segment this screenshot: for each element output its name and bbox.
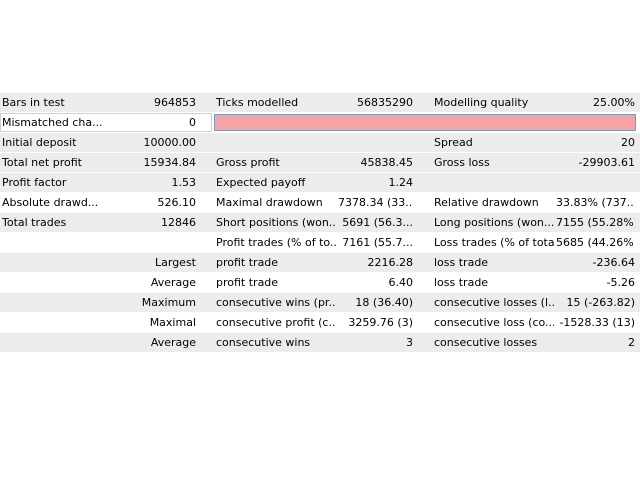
label-empty	[216, 133, 336, 152]
label-short-positions: Short positions (won...	[216, 216, 336, 229]
value-average-consecutive-losses: 2	[628, 336, 635, 349]
value-maximal-consecutive-loss: -1528.33 (13)	[559, 316, 635, 329]
value-max-consecutive-wins: 18 (36.40)	[355, 296, 413, 309]
label-ticks-modelled: Ticks modelled	[216, 96, 299, 109]
label-bars-in-test: Bars in test	[2, 96, 65, 109]
value-average-consecutive-wins: 3	[406, 336, 413, 349]
label-gross-profit: Gross profit	[216, 156, 280, 169]
label-maximum: Maximum	[141, 296, 196, 309]
report-row-deposit: Initial deposit 10000.00 Spread 20	[0, 133, 640, 153]
value-modelling-quality: 25.00%	[593, 96, 635, 109]
report-row-profit: Total net profit 15934.84 Gross profit 4…	[0, 153, 640, 173]
value-empty	[556, 173, 635, 192]
report-row-drawdown: Absolute drawd... 526.10 Maximal drawdow…	[0, 193, 640, 213]
report-row-largest: Largest profit trade 2216.28 loss trade …	[0, 253, 640, 273]
label-largest-loss-trade: loss trade	[434, 256, 489, 269]
label-largest-profit-trade: profit trade	[216, 256, 279, 269]
value-gross-loss: -29903.61	[578, 156, 635, 169]
label-modelling-quality: Modelling quality	[434, 96, 529, 109]
label-average-consecutive-wins: consecutive wins	[216, 336, 311, 349]
value-empty	[338, 133, 413, 152]
report-row-bars: Bars in test 964853 Ticks modelled 56835…	[0, 93, 640, 113]
report-row-maximal: Maximal consecutive profit (c... 3259.76…	[0, 313, 640, 333]
report-row-average: Average profit trade 6.40 loss trade -5.…	[0, 273, 640, 293]
label-largest: Largest	[155, 256, 196, 269]
label-maximal-consecutive-loss: consecutive loss (co...	[434, 316, 554, 329]
report-row-trades: Total trades 12846 Short positions (won.…	[0, 213, 640, 233]
value-absolute-drawdown: 526.10	[157, 196, 197, 209]
label-profit-trades: Profit trades (% of to...	[216, 236, 336, 249]
label-maximal: Maximal	[149, 316, 196, 329]
strategy-tester-report: Bars in test 964853 Ticks modelled 56835…	[0, 93, 640, 353]
label-long-positions: Long positions (won...	[434, 216, 554, 229]
value-largest-loss-trade: -236.64	[592, 256, 635, 269]
label-average-loss-trade: loss trade	[434, 276, 489, 289]
value-mismatched-charts-errors: 0	[189, 116, 196, 129]
value-initial-deposit: 10000.00	[143, 136, 197, 149]
label-maximal-drawdown: Maximal drawdown	[216, 196, 323, 209]
label-empty	[2, 233, 102, 252]
label-average-consecutive-losses: consecutive losses	[434, 336, 538, 349]
value-expected-payoff: 1.24	[388, 176, 414, 189]
label-mismatched-charts-errors: Mismatched cha...	[2, 116, 102, 129]
value-average-loss-trade: -5.26	[606, 276, 635, 289]
value-total-net-profit: 15934.84	[143, 156, 197, 169]
value-largest-profit-trade: 2216.28	[367, 256, 414, 269]
value-bars-in-test: 964853	[154, 96, 196, 109]
value-ticks-modelled: 56835290	[357, 96, 413, 109]
report-row-factor: Profit factor 1.53 Expected payoff 1.24	[0, 173, 640, 193]
value-loss-trades: 5685 (44.26%)	[556, 236, 635, 249]
report-row-profit-loss-trades: Profit trades (% of to... 7161 (55.7... …	[0, 233, 640, 253]
value-profit-trades: 7161 (55.7...	[342, 236, 413, 249]
label-total-net-profit: Total net profit	[2, 156, 82, 169]
label-gross-loss: Gross loss	[434, 156, 490, 169]
modelling-quality-bar	[214, 114, 636, 131]
label-spread: Spread	[434, 136, 473, 149]
value-maximal-drawdown: 7378.34 (33...	[338, 196, 413, 209]
value-max-consecutive-losses: 15 (-263.82)	[566, 296, 635, 309]
label-average-consecutive: Average	[150, 336, 196, 349]
value-gross-profit: 45838.45	[360, 156, 414, 169]
label-max-consecutive-losses: consecutive losses (l...	[434, 296, 554, 309]
label-initial-deposit: Initial deposit	[2, 136, 77, 149]
label-absolute-drawdown: Absolute drawd...	[2, 196, 99, 209]
value-empty	[104, 233, 196, 252]
report-row-mismatched: Mismatched cha... 0	[0, 113, 640, 133]
value-maximal-consecutive-profit: 3259.76 (3)	[348, 316, 413, 329]
value-relative-drawdown: 33.83% (737...	[556, 196, 635, 209]
value-short-positions: 5691 (56.3...	[342, 216, 413, 229]
label-loss-trades: Loss trades (% of total)	[434, 236, 554, 249]
label-profit-factor: Profit factor	[2, 176, 67, 189]
label-max-consecutive-wins: consecutive wins (pr...	[216, 296, 336, 309]
label-maximal-consecutive-profit: consecutive profit (c...	[216, 316, 336, 329]
report-row-maximum: Maximum consecutive wins (pr... 18 (36.4…	[0, 293, 640, 313]
label-expected-payoff: Expected payoff	[216, 176, 306, 189]
label-average-profit-trade: profit trade	[216, 276, 279, 289]
label-total-trades: Total trades	[2, 216, 67, 229]
value-spread: 20	[621, 136, 635, 149]
label-average: Average	[150, 276, 196, 289]
value-average-profit-trade: 6.40	[388, 276, 414, 289]
report-row-average-consecutive: Average consecutive wins 3 consecutive l…	[0, 333, 640, 353]
value-long-positions: 7155 (55.28%)	[556, 216, 635, 229]
label-empty	[434, 173, 554, 192]
value-total-trades: 12846	[161, 216, 196, 229]
label-relative-drawdown: Relative drawdown	[434, 196, 539, 209]
value-profit-factor: 1.53	[171, 176, 197, 189]
